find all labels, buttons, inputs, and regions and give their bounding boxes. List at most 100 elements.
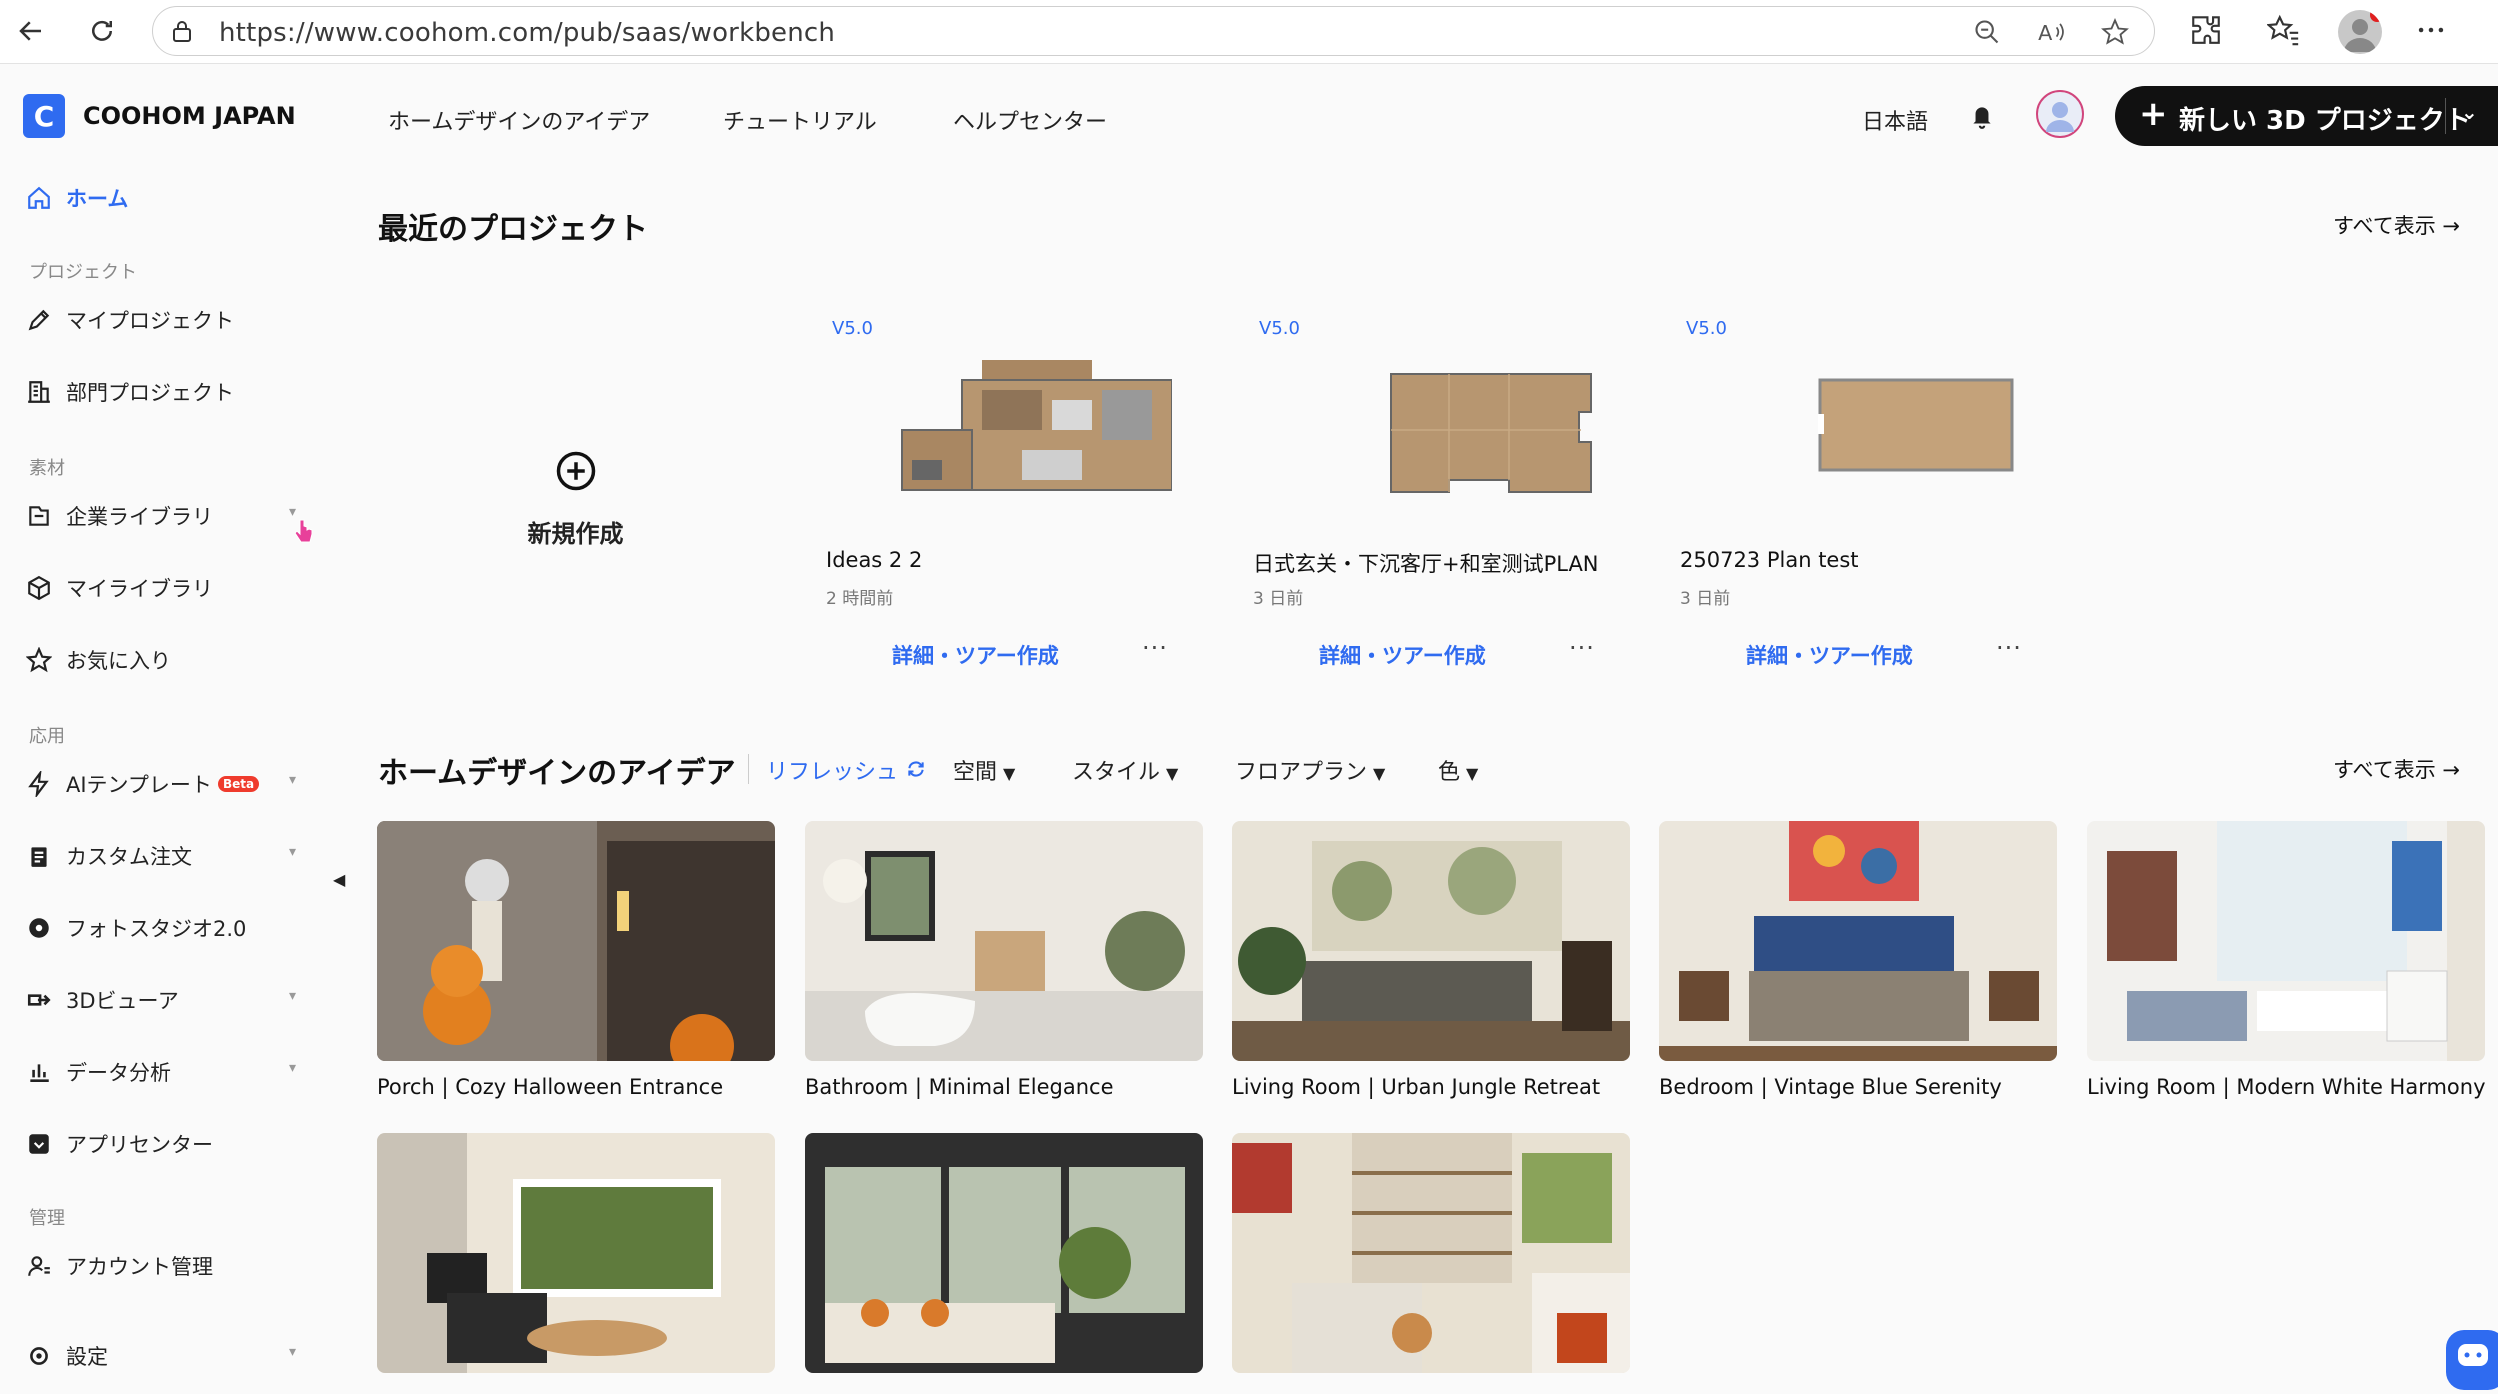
sidebar-item-label: ホーム <box>66 187 129 211</box>
idea-image <box>1659 821 2057 1061</box>
project-name: 日式玄关・下沉客厅+和室测试PLAN <box>1253 552 1599 576</box>
title-divider <box>748 754 749 784</box>
idea-caption: Living Room | Modern White Harmony <box>2087 1075 2486 1099</box>
sidebar-item-favorites[interactable]: お気に入り <box>26 640 296 680</box>
filter-label: 色 <box>1438 760 1461 785</box>
chevron-down-icon[interactable]: ⌄ <box>2461 100 2478 124</box>
favorites-list-icon[interactable] <box>2266 13 2303 49</box>
sidebar-item-custom-order[interactable]: カスタム注文 ▾ <box>26 836 296 876</box>
user-settings-icon <box>28 1256 50 1276</box>
idea-card[interactable]: Living Room | Urban Jungle Retreat <box>1232 821 1630 1099</box>
brand-logo[interactable]: C <box>23 94 65 138</box>
chevron-down-icon[interactable]: ▾ <box>289 988 296 1004</box>
idea-card[interactable]: Living Room | Modern White Harmony <box>2087 821 2486 1099</box>
app-header: C COOHOM JAPAN ホームデザインのアイデア チュートリアル ヘルプセ… <box>0 64 2498 172</box>
browser-profile-avatar[interactable] <box>2338 10 2382 54</box>
version-badge: V5.0 <box>1686 318 1727 339</box>
idea-caption: Living Room | Urban Jungle Retreat <box>1232 1075 1601 1099</box>
filter-floorplan[interactable]: フロアプラン ▼ <box>1235 754 1385 786</box>
project-card[interactable]: V5.0 250723 Plan test 3 日前 詳細・ツアー作成 ··· <box>1676 300 2076 680</box>
viewer-icon <box>27 994 51 1006</box>
chevron-down-icon[interactable]: ▾ <box>289 1344 296 1360</box>
clipboard-icon <box>31 847 47 867</box>
version-badge: V5.0 <box>1259 318 1300 339</box>
chat-support-button[interactable] <box>2446 1330 2498 1390</box>
sidebar-item-dept-projects[interactable]: 部門プロジェクト <box>26 372 296 412</box>
recent-see-all-link[interactable]: すべて表示 → <box>2333 210 2460 240</box>
project-card[interactable]: V5.0 Ideas 2 2 2 時間前 詳細・ツアー作成 ··· <box>822 300 1222 680</box>
chevron-down-icon[interactable]: ▾ <box>289 844 296 860</box>
sidebar: ホーム プロジェクト マイプロジェクト 部門プロジェクト 素材 企業ライブラリ … <box>0 172 330 1380</box>
refresh-button[interactable]: リフレッシュ <box>766 754 927 786</box>
idea-card[interactable] <box>805 1133 1203 1373</box>
idea-card[interactable]: Bedroom | Vintage Blue Serenity <box>1659 821 2057 1099</box>
read-aloud-icon[interactable]: A <box>2037 18 2065 46</box>
floorplan-thumbnail <box>1390 373 1592 493</box>
language-selector[interactable]: 日本語 <box>1862 104 1928 136</box>
filter-label: 空間 <box>953 760 998 785</box>
project-time: 3 日前 <box>1253 589 1304 609</box>
address-bar[interactable]: https://www.coohom.com/pub/saas/workbenc… <box>152 6 2155 56</box>
filter-space[interactable]: 空間 ▼ <box>953 754 1015 786</box>
idea-image <box>805 1133 1203 1373</box>
more-options-icon[interactable]: ··· <box>1569 634 1595 662</box>
bell-icon[interactable] <box>1969 102 1995 134</box>
caret-down-icon: ▼ <box>1166 764 1179 783</box>
sidebar-item-label: AIテンプレート <box>66 773 212 797</box>
sidebar-item-3d-viewer[interactable]: 3Dビューア ▾ <box>26 980 296 1020</box>
idea-caption: Bathroom | Minimal Elegance <box>805 1075 1114 1099</box>
idea-card[interactable] <box>1232 1133 1630 1373</box>
project-detail-link[interactable]: 詳細・ツアー作成 <box>1746 640 1913 670</box>
project-card[interactable]: V5.0 日式玄关・下沉客厅+和室测试PLAN 3 日前 詳細・ツアー作成 ··… <box>1249 300 1649 680</box>
sidebar-item-label: 3Dビューア <box>66 989 179 1013</box>
idea-card[interactable]: Bathroom | Minimal Elegance <box>805 821 1203 1099</box>
zoom-out-icon[interactable] <box>1973 18 2001 46</box>
caret-down-icon: ▼ <box>1466 764 1479 783</box>
sidebar-item-my-projects[interactable]: マイプロジェクト <box>26 300 296 340</box>
ideas-title: ホームデザインのアイデア <box>378 756 736 791</box>
chevron-down-icon[interactable]: ▾ <box>289 772 296 788</box>
project-detail-link[interactable]: 詳細・ツアー作成 <box>1319 640 1486 670</box>
sidebar-item-ai-template[interactable]: AIテンプレート Beta ▾ <box>26 764 296 804</box>
filter-style[interactable]: スタイル ▼ <box>1072 754 1178 786</box>
nav-home-design-ideas[interactable]: ホームデザインのアイデア <box>388 104 650 136</box>
sidebar-item-app-center[interactable]: アプリセンター <box>26 1124 296 1164</box>
idea-caption: Bedroom | Vintage Blue Serenity <box>1659 1075 2002 1099</box>
more-options-icon[interactable]: ··· <box>1996 634 2022 662</box>
extensions-icon[interactable] <box>2189 13 2225 49</box>
new-project-card[interactable]: 新規作成 <box>378 300 773 640</box>
sidebar-item-data-analysis[interactable]: データ分析 ▾ <box>26 1052 296 1092</box>
filter-color[interactable]: 色 ▼ <box>1438 754 1478 786</box>
project-name: Ideas 2 2 <box>826 548 923 572</box>
favorite-star-icon[interactable] <box>2101 17 2129 46</box>
new-3d-project-button[interactable]: + 新しい 3D プロジェクト ⌄ <box>2115 86 2498 146</box>
sidebar-item-account[interactable]: アカウント管理 <box>26 1246 296 1286</box>
idea-image <box>1232 1133 1630 1373</box>
sidebar-item-enterprise-library[interactable]: 企業ライブラリ ▾ <box>26 496 296 536</box>
chevron-down-icon[interactable]: ▾ <box>289 1060 296 1076</box>
sidebar-item-settings[interactable]: 設定 ▾ <box>26 1336 296 1376</box>
nav-help-center[interactable]: ヘルプセンター <box>953 104 1107 136</box>
user-avatar[interactable] <box>2036 90 2084 138</box>
idea-card[interactable] <box>377 1133 775 1373</box>
project-detail-link[interactable]: 詳細・ツアー作成 <box>892 640 1059 670</box>
reload-icon[interactable] <box>83 12 121 50</box>
brand-name[interactable]: COOHOM JAPAN <box>83 102 296 130</box>
more-options-icon[interactable]: ··· <box>1142 634 1168 662</box>
idea-card[interactable]: Porch | Cozy Halloween Entrance <box>377 821 775 1099</box>
sidebar-item-photo-studio[interactable]: フォトスタジオ2.0 <box>26 908 296 948</box>
floorplan-thumbnail <box>901 360 1172 491</box>
back-icon[interactable] <box>12 12 50 50</box>
more-menu-icon[interactable] <box>2414 13 2450 49</box>
collapse-sidebar-icon[interactable]: ◀ <box>333 870 345 889</box>
section-apps: 応用 <box>29 726 65 747</box>
filter-label: フロアプラン <box>1235 760 1368 785</box>
sidebar-item-label: 部門プロジェクト <box>66 381 234 405</box>
sidebar-item-my-library[interactable]: マイライブラリ <box>26 568 296 608</box>
cube-icon <box>28 575 50 601</box>
sidebar-item-home[interactable]: ホーム <box>26 178 296 218</box>
idea-image <box>377 1133 775 1373</box>
ideas-see-all-link[interactable]: すべて表示 → <box>2333 754 2460 784</box>
nav-tutorial[interactable]: チュートリアル <box>723 104 877 136</box>
section-materials: 素材 <box>29 458 65 479</box>
